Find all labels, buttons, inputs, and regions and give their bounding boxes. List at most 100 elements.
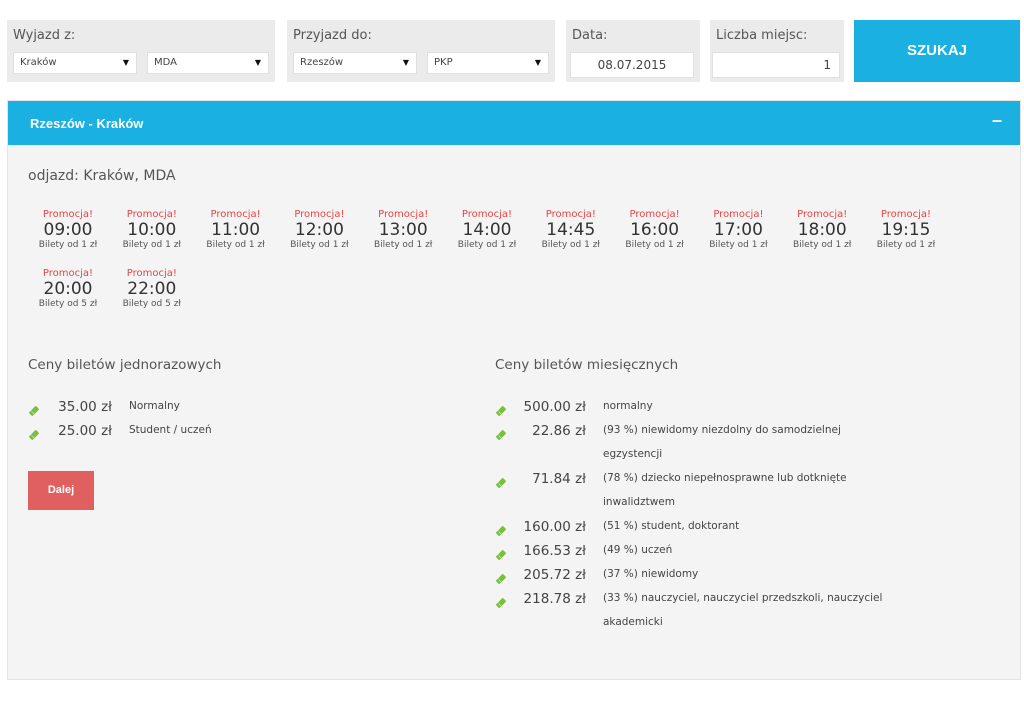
departure-slot[interactable]: Promocja! 09:00 Bilety od 1 zł: [26, 209, 110, 251]
ticket-type-continued: inwalidztwem: [603, 496, 675, 508]
route-title: Rzeszów - Kraków: [30, 116, 144, 131]
ticket-icon: [495, 402, 507, 416]
departure-time: 19:15: [881, 220, 931, 240]
departure-slot[interactable]: Promocja! 14:45 Bilety od 1 zł: [529, 209, 613, 251]
ticket-price: 500.00 zł: [523, 399, 586, 415]
ticket-icon: [495, 474, 507, 488]
ticket-price: 71.84 zł: [532, 471, 586, 487]
departure-time: 11:00: [211, 220, 261, 240]
collapse-icon[interactable]: –: [992, 110, 1002, 131]
ticket-icon: [495, 594, 507, 608]
next-button[interactable]: Dalej: [28, 471, 94, 510]
departure-time: 18:00: [797, 220, 847, 240]
chevron-down-icon: ▼: [254, 58, 261, 67]
search-from-group: Wyjazd z: Kraków ▼ MDA ▼: [7, 20, 275, 82]
from-label: Wyjazd z:: [13, 28, 76, 43]
to-city-value: Rzeszów: [300, 57, 344, 68]
ticket-icon: [495, 426, 507, 440]
price-from: Bilety od 1 zł: [38, 240, 98, 250]
departure-slot[interactable]: Promocja! 20:00 Bilety od 5 zł: [26, 268, 110, 310]
chevron-down-icon: ▼: [402, 58, 409, 67]
price-from: Bilety od 1 zł: [373, 240, 433, 250]
to-station-select[interactable]: PKP ▼: [427, 52, 549, 74]
price-from: Bilety od 1 zł: [122, 240, 181, 250]
price-from: Bilety od 5 zł: [122, 299, 181, 309]
ticket-type: (33 %) nauczyciel, nauczyciel przedszkol…: [603, 592, 883, 604]
price-from: Bilety od 1 zł: [457, 240, 517, 250]
chevron-down-icon: ▼: [534, 58, 541, 67]
departure-slot[interactable]: Promocja! 18:00 Bilety od 1 zł: [780, 209, 864, 251]
search-to-group: Przyjazd do: Rzeszów ▼ PKP ▼: [287, 20, 555, 82]
search-button[interactable]: SZUKAJ: [854, 20, 1020, 82]
ticket-price: 218.78 zł: [523, 591, 586, 607]
from-city-select[interactable]: Kraków ▼: [13, 52, 137, 74]
departure-slot[interactable]: Promocja! 13:00 Bilety od 1 zł: [361, 209, 445, 251]
ticket-price: 35.00 zł: [58, 399, 112, 415]
departure-time: 14:00: [462, 220, 512, 240]
to-city-select[interactable]: Rzeszów ▼: [293, 52, 417, 74]
ticket-type: (49 %) uczeń: [603, 544, 673, 556]
ticket-icon: [495, 570, 507, 584]
departure-time: 16:00: [630, 220, 680, 240]
departure-slot[interactable]: Promocja! 14:00 Bilety od 1 zł: [445, 209, 529, 251]
date-input[interactable]: 08.07.2015: [570, 52, 694, 78]
ticket-type: normalny: [603, 400, 653, 412]
price-from: Bilety od 1 zł: [206, 240, 265, 250]
price-from: Bilety od 1 zł: [709, 240, 768, 250]
from-station-value: MDA: [154, 57, 177, 68]
departure-slot[interactable]: Promocja! 16:00 Bilety od 1 zł: [613, 209, 697, 251]
departure-time: 17:00: [713, 220, 763, 240]
date-label: Data:: [572, 28, 608, 43]
price-from: Bilety od 1 zł: [290, 240, 349, 250]
ticket-type: (93 %) niewidomy niezdolny do samodzieln…: [603, 424, 841, 436]
seats-input[interactable]: 1: [712, 52, 840, 78]
ticket-type: (78 %) dziecko niepełnosprawne lub dotkn…: [603, 472, 847, 484]
to-label: Przyjazd do:: [293, 28, 372, 43]
ticket-icon: [28, 402, 40, 416]
departure-time: 14:45: [546, 220, 596, 240]
departure-slot[interactable]: Promocja! 17:00 Bilety od 1 zł: [696, 209, 780, 251]
ticket-type: (51 %) student, doktorant: [603, 520, 740, 532]
departure-slot[interactable]: Promocja! 12:00 Bilety od 1 zł: [277, 209, 361, 251]
from-city-value: Kraków: [20, 57, 57, 68]
departure-time: 13:00: [378, 220, 428, 240]
seats-label: Liczba miejsc:: [716, 28, 808, 43]
departure-time: 22:00: [127, 279, 177, 299]
price-from: Bilety od 5 zł: [38, 299, 98, 309]
ticket-price: 22.86 zł: [532, 423, 586, 439]
to-station-value: PKP: [434, 57, 453, 68]
route-panel-header[interactable]: Rzeszów - Kraków –: [8, 101, 1020, 145]
ticket-price: 25.00 zł: [58, 423, 112, 439]
price-from: Bilety od 1 zł: [876, 240, 936, 250]
ticket-price: 205.72 zł: [523, 567, 586, 583]
chevron-down-icon: ▼: [122, 58, 129, 67]
departure-slot[interactable]: Promocja! 19:15 Bilety od 1 zł: [864, 209, 948, 251]
ticket-icon: [28, 426, 40, 440]
departure-time: 12:00: [294, 220, 344, 240]
departure-time: 10:00: [127, 220, 177, 240]
price-from: Bilety od 1 zł: [541, 240, 600, 250]
ticket-type: (37 %) niewidomy: [603, 568, 699, 580]
departure-slot[interactable]: Promocja! 22:00 Bilety od 5 zł: [110, 268, 194, 310]
single-tickets-title: Ceny biletów jednorazowych: [28, 357, 222, 373]
ticket-price: 160.00 zł: [523, 519, 586, 535]
route-panel: Rzeszów - Kraków – odjazd: Kraków, MDA P…: [7, 100, 1021, 680]
ticket-type: Normalny: [129, 400, 180, 412]
ticket-icon: [495, 522, 507, 536]
ticket-type: Student / uczeń: [129, 424, 212, 436]
departure-location: odjazd: Kraków, MDA: [28, 168, 176, 184]
departure-slot[interactable]: Promocja! 10:00 Bilety od 1 zł: [110, 209, 194, 251]
price-from: Bilety od 1 zł: [792, 240, 852, 250]
from-station-select[interactable]: MDA ▼: [147, 52, 269, 74]
search-date-group: Data: 08.07.2015: [566, 20, 700, 82]
monthly-tickets-title: Ceny biletów miesięcznych: [495, 357, 679, 373]
ticket-price: 166.53 zł: [523, 543, 586, 559]
departure-time: 09:00: [43, 220, 93, 240]
ticket-type-continued: egzystencji: [603, 448, 663, 460]
ticket-icon: [495, 546, 507, 560]
departure-time: 20:00: [43, 279, 93, 299]
search-seats-group: Liczba miejsc: 1: [710, 20, 844, 82]
ticket-type-continued: akademicki: [603, 616, 663, 628]
price-from: Bilety od 1 zł: [625, 240, 684, 250]
departure-slot[interactable]: Promocja! 11:00 Bilety od 1 zł: [194, 209, 278, 251]
